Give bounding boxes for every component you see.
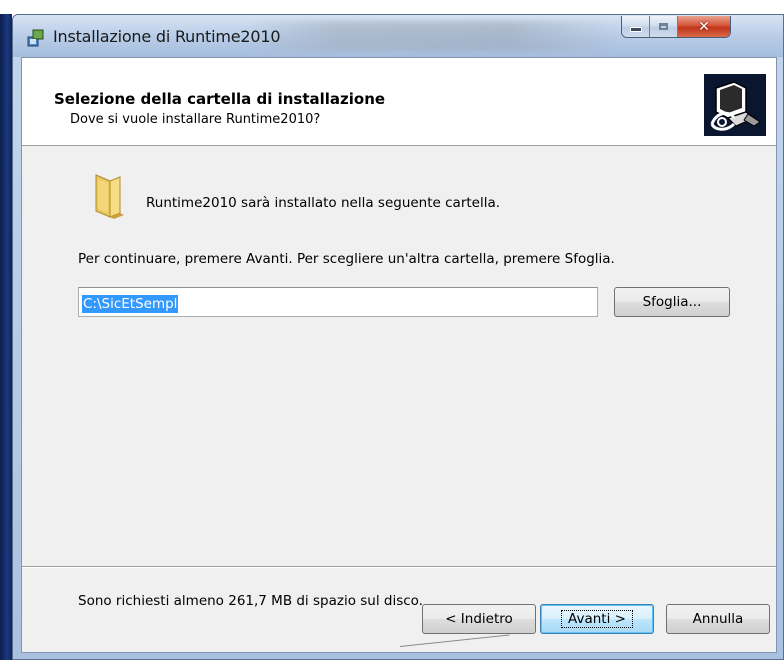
cancel-button[interactable]: Annulla [666,604,770,634]
installer-app-icon [27,28,45,48]
title-bar-blur [243,21,623,51]
maximize-button[interactable] [650,16,678,37]
close-icon: ✕ [698,18,710,35]
instruction-text: Per continuare, premere Avanti. Per sceg… [78,251,615,267]
minimize-button[interactable] [622,16,650,37]
screen-margin-top [0,0,784,14]
browse-button[interactable]: Sfoglia... [614,287,730,317]
installer-window: Installazione di Runtime2010 ✕ Selezione… [12,14,784,660]
close-button[interactable]: ✕ [678,16,730,37]
screen-margin-bottom [0,660,784,666]
window-title: Installazione di Runtime2010 [53,27,281,46]
desktop-background [0,0,12,666]
wizard-header: Selezione della cartella di installazion… [22,58,776,146]
next-button[interactable]: Avanti > [540,604,654,634]
destination-info: Runtime2010 sarà installato nella seguen… [146,195,501,211]
next-button-label: Avanti > [561,610,633,628]
install-computer-icon [704,74,766,136]
page-title: Selezione della cartella di installazion… [54,90,386,108]
install-path-value: C:\SicEtSempl [82,295,179,313]
caption-buttons: ✕ [621,16,731,38]
page-subtitle: Dove si vuole installare Runtime2010? [70,112,321,127]
folder-icon [90,171,130,221]
disk-space-requirement: Sono richiesti almeno 261,7 MB di spazio… [78,593,423,609]
wizard-client-area: Selezione della cartella di installazion… [21,57,777,653]
title-bar[interactable]: Installazione di Runtime2010 ✕ [13,15,783,57]
footer-divider [22,566,776,568]
install-path-input[interactable]: C:\SicEtSempl [78,287,598,317]
maximize-icon [659,23,668,30]
wizard-content: Runtime2010 sarà installato nella seguen… [22,147,776,609]
minimize-icon [629,27,642,32]
back-button[interactable]: < Indietro [422,604,536,634]
